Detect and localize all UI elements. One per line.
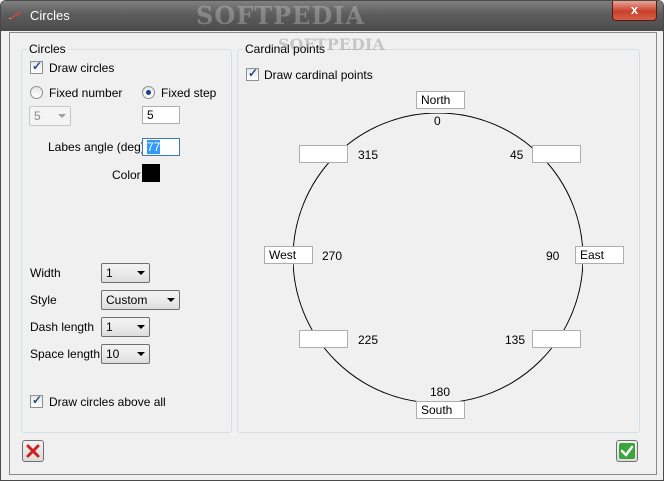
north-angle-label: 0: [434, 114, 441, 128]
northwest-input[interactable]: [299, 145, 348, 163]
dash-length-label: Dash length: [30, 320, 95, 334]
northeast-input[interactable]: [532, 145, 581, 163]
space-length-label: Space length: [30, 347, 101, 361]
west-angle-label: 270: [322, 249, 343, 263]
circle-number-value: 5: [34, 109, 41, 123]
dialog-body: Circles Draw circles Fixed number Fixed …: [9, 32, 657, 475]
northeast-angle-label: 45: [510, 148, 524, 162]
southwest-angle-label: 225: [358, 333, 379, 347]
labels-angle-input[interactable]: 77: [142, 138, 180, 156]
labels-angle-value: 77: [147, 140, 161, 154]
color-swatch[interactable]: [142, 164, 160, 182]
southeast-angle-label: 135: [505, 333, 526, 347]
chevron-down-icon: [137, 325, 145, 329]
chevron-down-icon: [137, 271, 145, 275]
north-input[interactable]: North: [416, 91, 465, 109]
south-input[interactable]: South: [416, 401, 465, 419]
draw-circles-checkbox[interactable]: [30, 59, 43, 74]
northwest-angle-label: 315: [358, 148, 379, 162]
southeast-input[interactable]: [532, 330, 581, 348]
chevron-down-icon: [58, 114, 66, 118]
chevron-down-icon: [167, 298, 175, 302]
red-x-icon: [26, 444, 40, 458]
green-check-icon: [619, 443, 635, 459]
ok-button[interactable]: [616, 440, 638, 462]
fixed-number-radio[interactable]: [30, 86, 43, 99]
draw-above-checkbox[interactable]: [30, 393, 43, 408]
draw-cardinal-label: Draw cardinal points: [264, 68, 373, 82]
space-length-select[interactable]: 10: [101, 344, 150, 364]
west-input[interactable]: West: [264, 246, 313, 264]
close-icon: x: [630, 2, 639, 17]
close-button[interactable]: x: [612, 1, 657, 21]
circles-dialog: Circles SOFTPEDIA x Circles Draw circles…: [0, 0, 664, 481]
pen-icon: [9, 12, 21, 19]
style-select[interactable]: Custom: [101, 290, 180, 310]
window-title: Circles: [30, 8, 70, 23]
south-angle-label: 180: [430, 385, 451, 399]
dash-length-select[interactable]: 1: [101, 317, 150, 337]
width-label: Width: [30, 266, 61, 280]
east-angle-label: 90: [546, 249, 560, 263]
color-label: Color: [112, 168, 141, 182]
draw-circles-label: Draw circles: [49, 61, 115, 75]
circles-group-label: Circles: [27, 42, 68, 56]
labels-angle-label: Labes angle (deg): [48, 140, 145, 154]
draw-above-label: Draw circles above all: [49, 395, 166, 409]
fixed-number-label: Fixed number: [49, 86, 123, 100]
cancel-button[interactable]: [22, 440, 44, 462]
fixed-step-input[interactable]: 5: [142, 106, 180, 124]
east-input[interactable]: East: [575, 246, 624, 264]
width-select[interactable]: 1: [101, 263, 150, 283]
style-label: Style: [30, 293, 57, 307]
draw-cardinal-checkbox[interactable]: [246, 66, 259, 81]
space-length-value: 10: [106, 347, 120, 361]
titlebar-watermark: SOFTPEDIA: [196, 1, 366, 30]
chevron-down-icon: [137, 352, 145, 356]
southwest-input[interactable]: [299, 330, 348, 348]
fixed-step-radio[interactable]: [142, 86, 155, 99]
fixed-step-label: Fixed step: [161, 86, 217, 100]
circle-number-select[interactable]: 5: [29, 106, 71, 126]
style-value: Custom: [106, 293, 148, 307]
width-value: 1: [106, 266, 113, 280]
dash-length-value: 1: [106, 320, 113, 334]
cardinal-watermark: SOFTPEDIA: [278, 35, 385, 54]
title-bar[interactable]: Circles SOFTPEDIA x: [1, 1, 663, 31]
